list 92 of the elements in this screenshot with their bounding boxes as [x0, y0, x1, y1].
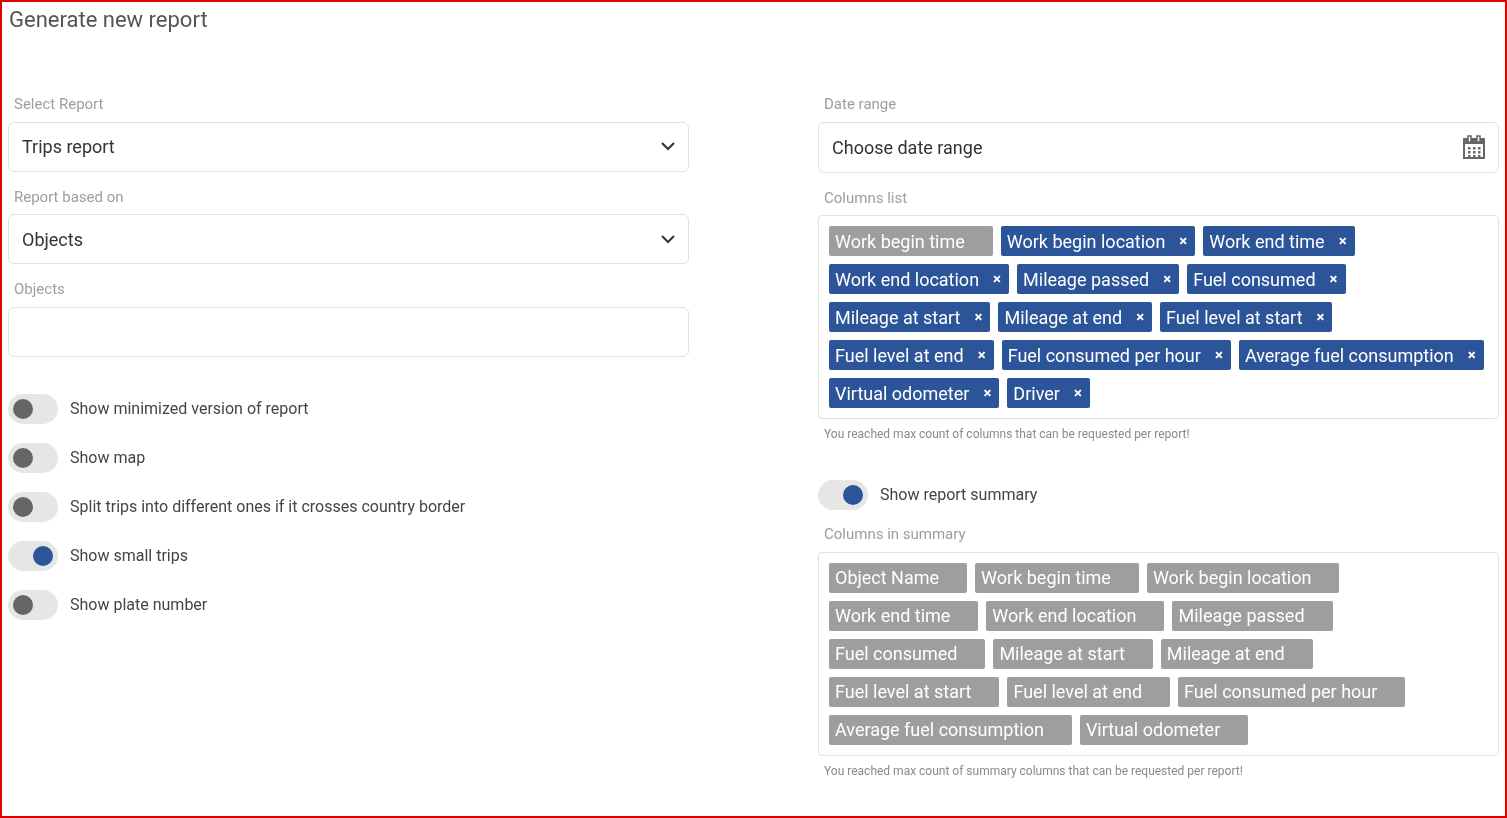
remove-button[interactable]: ×: [1073, 381, 1082, 405]
tag-label: Fuel consumed: [1193, 267, 1316, 292]
column-tag[interactable]: Fuel level at start ×: [1160, 302, 1333, 332]
column-tag[interactable]: Mileage passed ×: [1017, 264, 1180, 294]
tag-label: Fuel consumed per hour: [1184, 680, 1378, 704]
tag-label: Average fuel consumption: [835, 718, 1044, 742]
tag-label: Driver: [1013, 381, 1060, 406]
tag-label: Mileage passed: [1023, 267, 1150, 292]
remove-button[interactable]: ×: [1467, 343, 1476, 367]
tag-label: Mileage at end: [1166, 642, 1285, 666]
tag-label: Work begin location: [1152, 566, 1312, 590]
toggle-knob: [13, 496, 33, 517]
field-label: Objects: [13, 279, 66, 300]
tag-label: Virtual odometer: [835, 381, 970, 406]
column-tag[interactable]: Work end time ×: [1203, 226, 1355, 256]
column-tag[interactable]: Work end location ×: [829, 264, 1010, 294]
page-title: Generate new report: [8, 6, 208, 34]
column-tag[interactable]: Fuel consumed per hour ×: [1001, 340, 1231, 370]
toggle-label: Show minimized version of report: [70, 397, 309, 420]
toggle-knob: [33, 545, 53, 566]
tag-label: Mileage at end: [1004, 305, 1123, 330]
toggle-switch[interactable]: [8, 491, 58, 522]
column-tag[interactable]: Work begin location ×: [1000, 226, 1196, 256]
field-label: Columns list: [823, 187, 909, 209]
toggle-label: Show small trips: [70, 544, 188, 567]
tag-label: Virtual odometer: [1085, 718, 1221, 742]
toggle-knob: [843, 485, 863, 505]
column-tag[interactable]: Fuel level at end ×: [829, 340, 994, 370]
tag-label: Work begin time: [981, 566, 1111, 590]
remove-button[interactable]: ×: [1338, 229, 1347, 253]
tag-label: Fuel consumed per hour: [1007, 343, 1201, 368]
calendar-icon: [1463, 135, 1485, 159]
toggle-switch[interactable]: [8, 393, 58, 424]
tag-label: Work begin time: [835, 229, 965, 254]
field-label: Columns in summary: [823, 524, 967, 545]
remove-button[interactable]: ×: [977, 343, 986, 367]
field-label: Date range: [823, 94, 898, 115]
remove-button[interactable]: ×: [974, 305, 983, 329]
tag-label: Fuel level at start: [835, 680, 972, 704]
toggle-knob: [13, 447, 33, 468]
hint-text: You reached max count of columns that can be requested per report!: [823, 426, 1191, 443]
remove-button[interactable]: ×: [1316, 305, 1325, 329]
chevron-down-icon: [661, 234, 675, 244]
column-tag[interactable]: Mileage at end ×: [998, 302, 1153, 332]
toggle-knob: [13, 594, 33, 615]
remove-button[interactable]: ×: [993, 267, 1002, 291]
column-tag[interactable]: Mileage at start ×: [829, 302, 991, 332]
toggle-label: Show report summary: [880, 484, 1038, 506]
toggle-switch[interactable]: [8, 442, 58, 473]
remove-button[interactable]: ×: [1163, 267, 1172, 291]
select-value: Objects: [22, 227, 83, 252]
column-tag[interactable]: Driver ×: [1007, 378, 1090, 408]
tag-label: Work end time: [1209, 229, 1325, 254]
date-range-input[interactable]: Choose date range: [832, 133, 1463, 161]
column-tag[interactable]: Average fuel consumption ×: [1238, 340, 1484, 370]
select-value: Trips report: [22, 135, 115, 159]
hint-text: You reached max count of summary columns that can be requested per report!: [823, 762, 1244, 780]
column-tag[interactable]: Virtual odometer ×: [829, 378, 1000, 408]
tag-label: Work end time: [835, 604, 951, 628]
tag-label: Fuel level at end: [835, 343, 964, 368]
tag-label: Fuel level at end: [1013, 680, 1143, 704]
tag-label: Work end location: [835, 267, 980, 292]
select-dropdown[interactable]: Trips report: [8, 121, 689, 172]
field-label: Select Report: [13, 94, 105, 115]
column-tag[interactable]: Fuel consumed ×: [1187, 264, 1346, 294]
remove-button[interactable]: ×: [1179, 229, 1188, 253]
remove-button[interactable]: ×: [1214, 343, 1223, 367]
toggle-switch[interactable]: [818, 480, 868, 510]
tag-label: Average fuel consumption: [1244, 343, 1454, 368]
tag-label: Mileage at start: [835, 305, 961, 330]
toggle-switch[interactable]: [8, 589, 58, 620]
remove-button[interactable]: ×: [1329, 267, 1338, 291]
tag-label: Object Name: [835, 566, 940, 590]
remove-button[interactable]: ×: [1136, 305, 1145, 329]
tag-label: Mileage passed: [1178, 604, 1305, 628]
remove-button[interactable]: ×: [983, 381, 992, 405]
toggle-switch[interactable]: [8, 540, 58, 571]
date-range-field[interactable]: Choose date range: [818, 121, 1499, 173]
field-label: Report based on: [13, 186, 125, 208]
toggle-label: Split trips into different ones if it crosses country border: [70, 495, 466, 518]
toggle-label: Show map: [70, 446, 146, 469]
tag-label: Mileage at start: [999, 642, 1125, 666]
tag-label: Work end location: [992, 604, 1137, 628]
toggle-label: Show plate number: [70, 593, 208, 616]
tag-label: Fuel consumed: [835, 642, 958, 666]
tag-label: Fuel level at start: [1166, 305, 1303, 330]
chevron-down-icon: [661, 142, 675, 151]
objects-field[interactable]: [8, 306, 689, 357]
tag-label: Work begin location: [1006, 229, 1166, 254]
tag-box[interactable]: [818, 215, 1499, 419]
select-dropdown[interactable]: Objects: [8, 214, 689, 264]
toggle-knob: [13, 398, 33, 419]
